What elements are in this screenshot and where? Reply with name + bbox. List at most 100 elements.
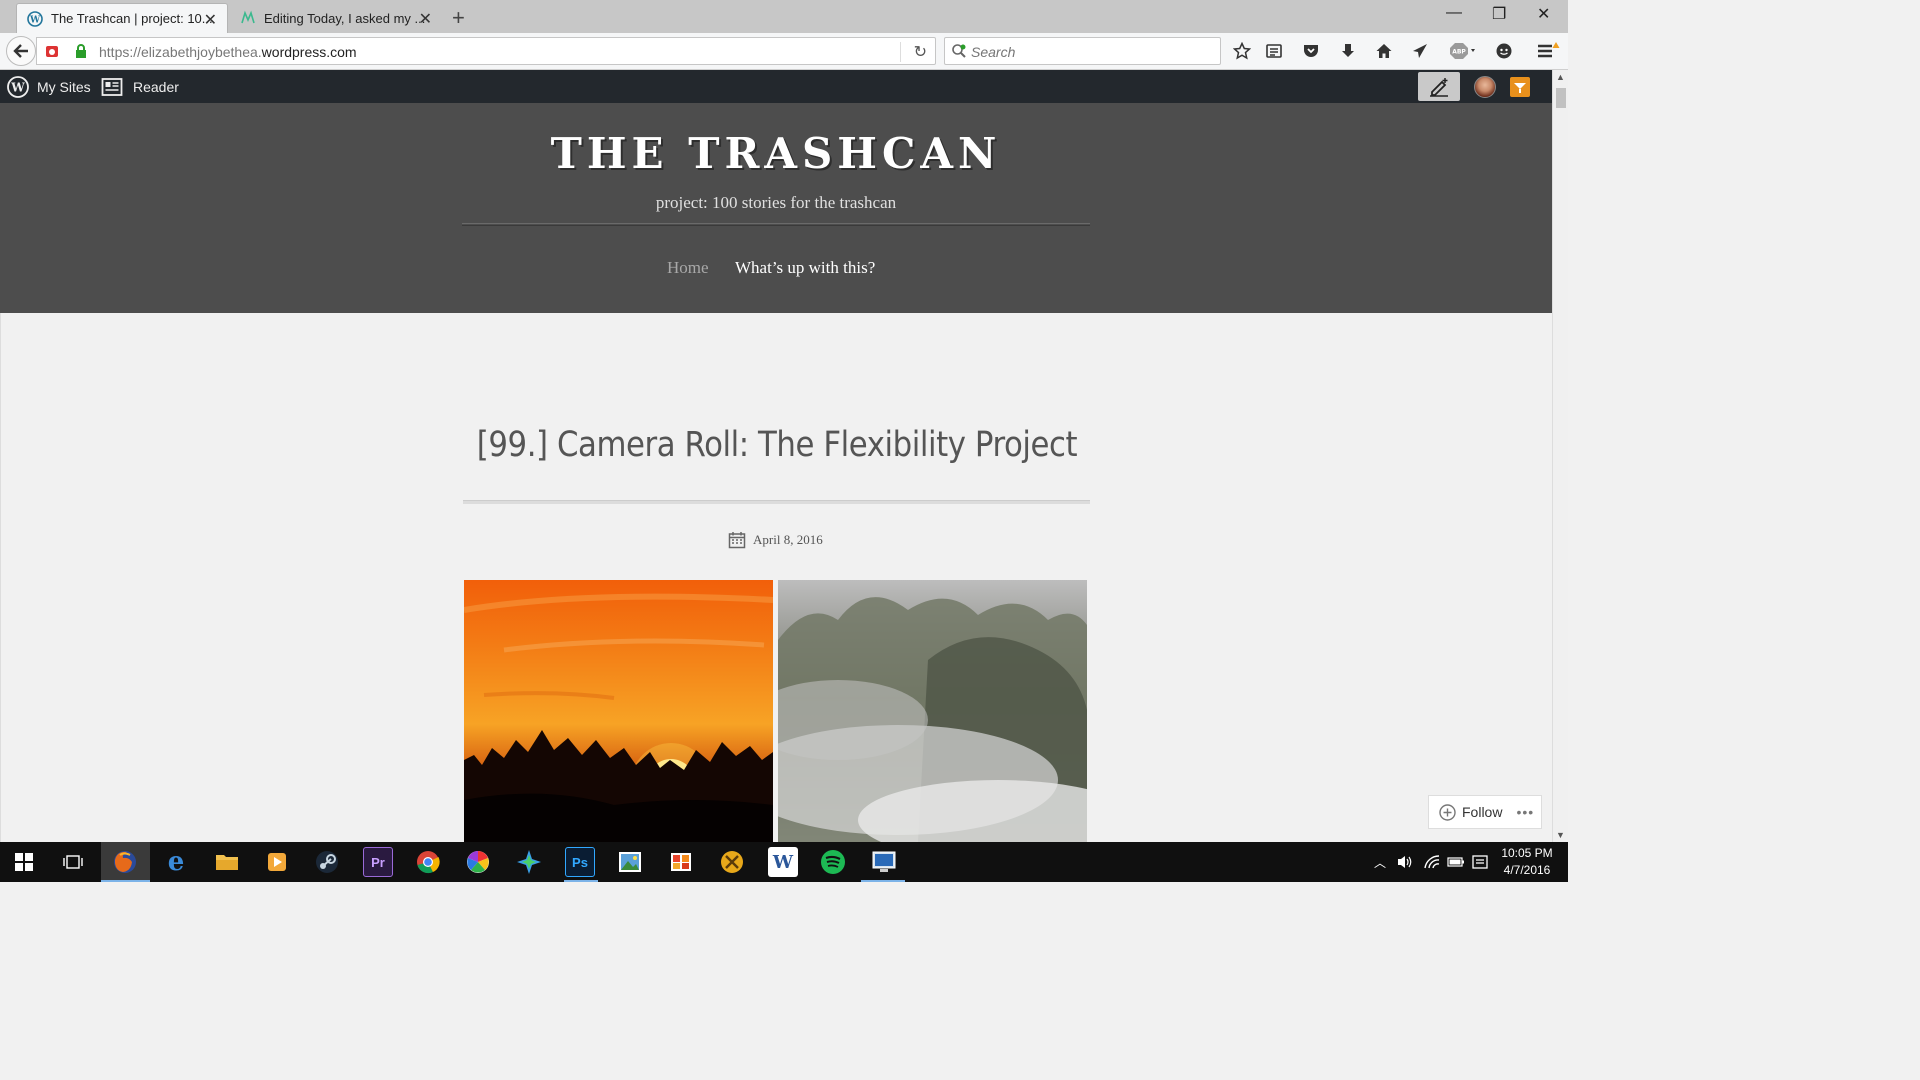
windows-start-icon[interactable] — [9, 847, 39, 877]
follow-button[interactable]: Follow — [1439, 803, 1503, 821]
remote-desktop-running-indicator — [861, 880, 905, 882]
edge-icon[interactable]: e — [161, 847, 191, 877]
close-window-icon[interactable]: ✕ — [1537, 4, 1550, 24]
scroll-up-icon[interactable]: ▲ — [1556, 72, 1565, 82]
editor-icon — [240, 10, 256, 26]
url-bar[interactable]: https://elizabethjoybethea.wordpress.com… — [36, 37, 936, 65]
my-sites-button[interactable]: W My Sites — [7, 70, 91, 103]
avatar[interactable] — [1474, 76, 1496, 98]
back-arrow-icon — [13, 44, 28, 58]
search-icon — [951, 43, 967, 64]
photos-icon[interactable] — [615, 847, 645, 877]
wp-admin-bar: W My Sites Reader — [0, 70, 1552, 103]
close-tab-icon[interactable]: ✕ — [204, 10, 217, 30]
post-title[interactable]: [99.] Camera Roll: The Flexibility Proje… — [94, 425, 1460, 465]
site-title[interactable]: THE TRASHCAN — [0, 129, 1552, 178]
nox-icon[interactable] — [514, 847, 544, 877]
tab-editing[interactable]: Editing Today, I asked my ... ✕ — [230, 3, 442, 33]
steam-icon[interactable] — [312, 847, 342, 877]
firefox-icon[interactable] — [110, 847, 140, 877]
follow-widget: Follow ••• — [1428, 795, 1542, 829]
sunset-photo[interactable] — [464, 580, 773, 842]
svg-text:W: W — [10, 80, 25, 94]
reload-icon[interactable]: ↻ — [914, 42, 927, 62]
post-date-text: April 8, 2016 — [753, 532, 823, 547]
task-view-icon[interactable] — [58, 847, 88, 877]
system-clock[interactable]: 10:05 PM 4/7/2016 — [1495, 845, 1559, 879]
post-title-divider — [463, 500, 1090, 504]
home-icon[interactable] — [1374, 41, 1394, 61]
reader-icon — [101, 77, 123, 97]
media-player-icon[interactable] — [262, 847, 292, 877]
page-scrollbar[interactable]: ▲ ▼ — [1552, 70, 1568, 842]
photoshop-icon[interactable]: Ps — [565, 847, 595, 877]
minimize-icon[interactable]: — — [1446, 4, 1462, 22]
back-button[interactable] — [6, 36, 36, 66]
svg-text:W: W — [29, 15, 41, 25]
pocket-icon[interactable] — [1301, 41, 1321, 61]
word-icon[interactable]: W — [768, 847, 798, 877]
lock-icon[interactable] — [75, 44, 87, 63]
send-icon[interactable] — [1410, 41, 1430, 61]
close-tab-icon[interactable]: ✕ — [419, 9, 432, 29]
reader-label: Reader — [133, 78, 179, 95]
picasa-icon[interactable] — [463, 847, 493, 877]
bookmark-star-icon[interactable] — [1232, 41, 1252, 61]
navigation-toolbar: https://elizabethjoybethea.wordpress.com… — [0, 33, 1568, 70]
tab-the-trashcan[interactable]: W The Trashcan | project: 10... ✕ — [16, 3, 228, 33]
battery-icon[interactable] — [1447, 842, 1465, 882]
site-header: THE TRASHCAN project: 100 stories for th… — [0, 103, 1552, 313]
premiere-icon[interactable]: Pr — [363, 847, 393, 877]
nav-home-link[interactable]: Home — [667, 258, 709, 278]
firefox-running-indicator — [101, 880, 150, 882]
wifi-icon[interactable] — [1423, 842, 1441, 882]
bookmarks-list-icon[interactable] — [1264, 41, 1284, 61]
more-options-icon[interactable]: ••• — [1516, 804, 1534, 820]
post-content-area: [99.] Camera Roll: The Flexibility Proje… — [0, 313, 1552, 842]
chrome-icon[interactable] — [413, 847, 443, 877]
scroll-thumb[interactable] — [1556, 88, 1566, 108]
notifications-icon — [1514, 83, 1526, 93]
clock-date: 4/7/2016 — [1503, 863, 1551, 877]
download-icon[interactable] — [1338, 41, 1358, 61]
svg-text:ABP: ABP — [1452, 49, 1466, 56]
page-action-icon[interactable] — [45, 44, 59, 63]
restore-icon[interactable]: ❐ — [1492, 4, 1506, 24]
show-hidden-icons[interactable]: ︿ — [1374, 842, 1386, 882]
url-separator — [900, 42, 901, 62]
office-icon[interactable] — [666, 847, 696, 877]
wordpress-logo-icon: W — [7, 75, 29, 98]
file-explorer-icon[interactable] — [212, 847, 242, 877]
scroll-down-icon[interactable]: ▼ — [1556, 830, 1565, 840]
menu-hamburger-icon[interactable] — [1536, 41, 1560, 61]
remote-desktop-icon[interactable] — [869, 847, 899, 877]
my-sites-label: My Sites — [37, 78, 91, 95]
adblock-icon[interactable]: ABP — [1448, 41, 1480, 61]
calendar-icon — [728, 531, 746, 549]
notifications-button[interactable] — [1510, 77, 1530, 97]
site-tagline: project: 100 stories for the trashcan — [655, 193, 897, 212]
reader-button[interactable]: Reader — [101, 70, 179, 103]
action-center-icon[interactable] — [1471, 842, 1489, 882]
search-input[interactable] — [971, 44, 1211, 60]
new-tab-icon[interactable]: + — [452, 5, 465, 31]
header-divider — [462, 223, 1090, 226]
write-pencil-icon — [1430, 77, 1448, 97]
url-text: https://elizabethjoybethea.wordpress.com — [99, 44, 357, 60]
plus-circle-icon — [1439, 803, 1456, 821]
nav-whats-up-link[interactable]: What’s up with this? — [735, 258, 875, 278]
hello-chat-icon[interactable] — [1494, 41, 1514, 61]
foggy-trees-photo[interactable] — [778, 580, 1087, 842]
tab-label: Editing Today, I asked my ... — [264, 10, 426, 26]
wordpress-icon: W — [27, 10, 43, 27]
volume-icon[interactable] — [1396, 842, 1414, 882]
spotify-icon[interactable] — [818, 847, 848, 877]
search-bar[interactable] — [944, 37, 1221, 65]
photoshop-running-indicator — [564, 880, 598, 882]
clock-time: 10:05 PM — [1501, 846, 1553, 860]
post-date[interactable]: April 8, 2016 — [728, 531, 823, 549]
write-post-button[interactable] — [1418, 72, 1460, 101]
taskbar: e Pr Ps W ︿ 10:05 PM 4/7/2016 — [0, 842, 1568, 882]
follow-label: Follow — [1462, 804, 1503, 820]
pickaxe-icon[interactable] — [717, 847, 747, 877]
